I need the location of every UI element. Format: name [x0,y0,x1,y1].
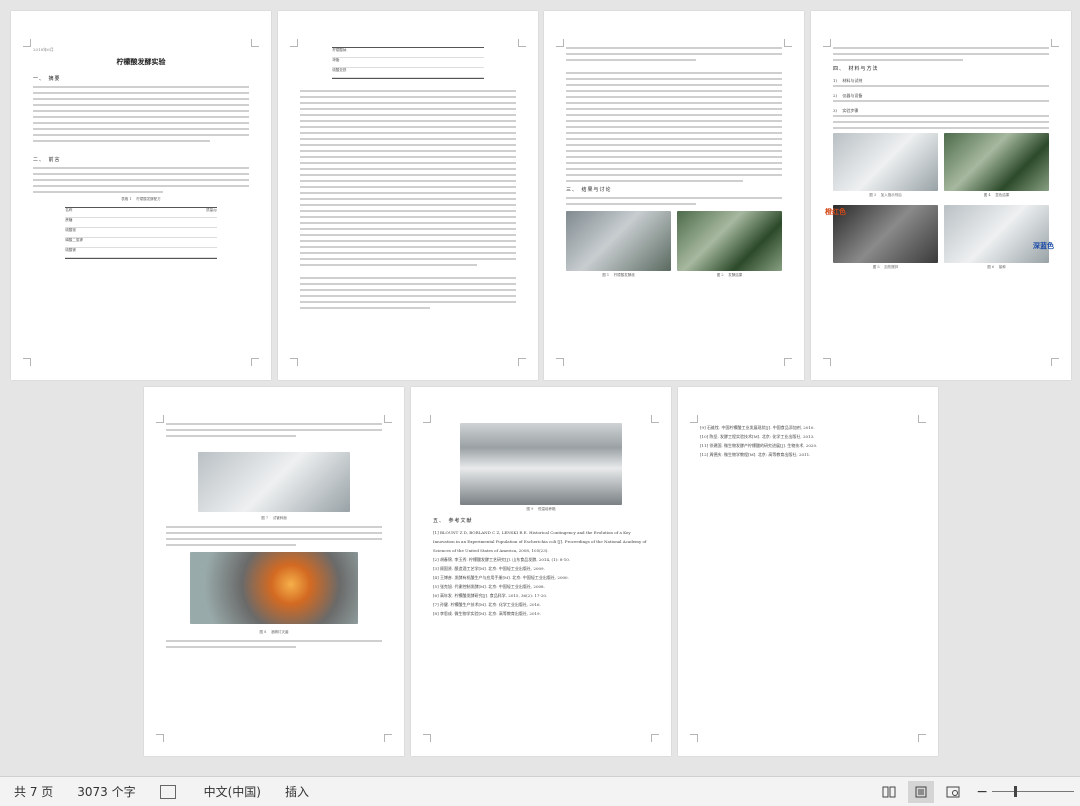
read-mode-button[interactable] [876,781,902,803]
page-5[interactable]: 图 7 试管斜面 图 8 酒精灯灭菌 [144,387,404,756]
page-4[interactable]: 四、 材料与方法 1) 材料与试剂 2) 仪器与设备 3) 实验步骤 图 3 加… [811,11,1071,380]
annotation-dark-blue: 深蓝色 [1033,242,1054,250]
stirrer-photo [833,205,938,263]
fermentation-tubes-photo [566,211,671,271]
print-layout-icon [915,786,927,797]
page-6[interactable]: 图 9 恒温培养箱 五、 参考文献 [1] BLOUNT Z D, BORLAN… [411,387,671,756]
annotation-orange-red: 橙红色 [825,208,846,216]
page-1[interactable]: 2018年6月 柠檬酸发酵实验 一、 摘要 二、 前言 表格 1 柠檬酸发酵配方… [11,11,271,380]
document-title: 柠檬酸发酵实验 [116,57,166,66]
alcohol-lamp-photo [189,552,359,624]
indicator-photo [833,133,938,191]
proofing-status[interactable] [159,784,180,799]
incubator-photo [460,423,622,505]
section-references: 五、 参考文献 [433,518,473,524]
inoculation-photo [944,205,1049,263]
word-count[interactable]: 3073 个字 [77,783,135,800]
insert-mode[interactable]: 插入 [285,783,309,800]
section-materials: 四、 材料与方法 [833,66,879,72]
web-layout-button[interactable] [940,781,966,803]
section-preface: 二、 前言 [33,157,61,163]
proofing-icon [159,784,176,799]
section-abstract: 一、 摘要 [33,76,61,82]
page-count[interactable]: 共 7 页 [14,783,53,800]
web-layout-icon [946,786,960,797]
status-bar: 共 7 页 3073 个字 中文(中国) 插入 − [0,776,1080,806]
agar-slant-photo [198,452,350,512]
page-7[interactable]: [9] 石维忱. 中国柠檬酸工业发展现状[J]. 中国食品添加剂, 2010. … [678,387,938,756]
zoom-out-button[interactable]: − [976,784,988,800]
page-2[interactable]: 柠檬酸钠 琼脂 硫酸亚铁 [278,11,538,380]
zoom-slider[interactable] [992,786,1074,797]
print-layout-button[interactable] [908,780,935,803]
table-caption: 表格 1 柠檬酸发酵配方 [121,197,161,201]
page-3[interactable]: 三、 结果与讨论 图 1 柠檬酸发酵液 图 2 发酵结果 [544,11,804,380]
page-header: 2018年6月 [33,47,54,52]
color-result-photo [944,133,1049,191]
language-indicator[interactable]: 中文(中国) [204,783,261,800]
recipe-table-continued: 柠檬酸钠 琼脂 硫酸亚铁 [332,47,484,79]
read-mode-icon [882,786,896,797]
zoom-slider-thumb[interactable] [1014,786,1017,797]
section-results: 三、 结果与讨论 [566,187,612,193]
recipe-table: 名称 质量/g 蔗糖 硫酸铵 磷酸二氢钾 硫酸镁 [65,207,217,259]
document-canvas[interactable]: 2018年6月 柠檬酸发酵实验 一、 摘要 二、 前言 表格 1 柠檬酸发酵配方… [0,0,1080,776]
fermentation-result-photo [677,211,782,271]
